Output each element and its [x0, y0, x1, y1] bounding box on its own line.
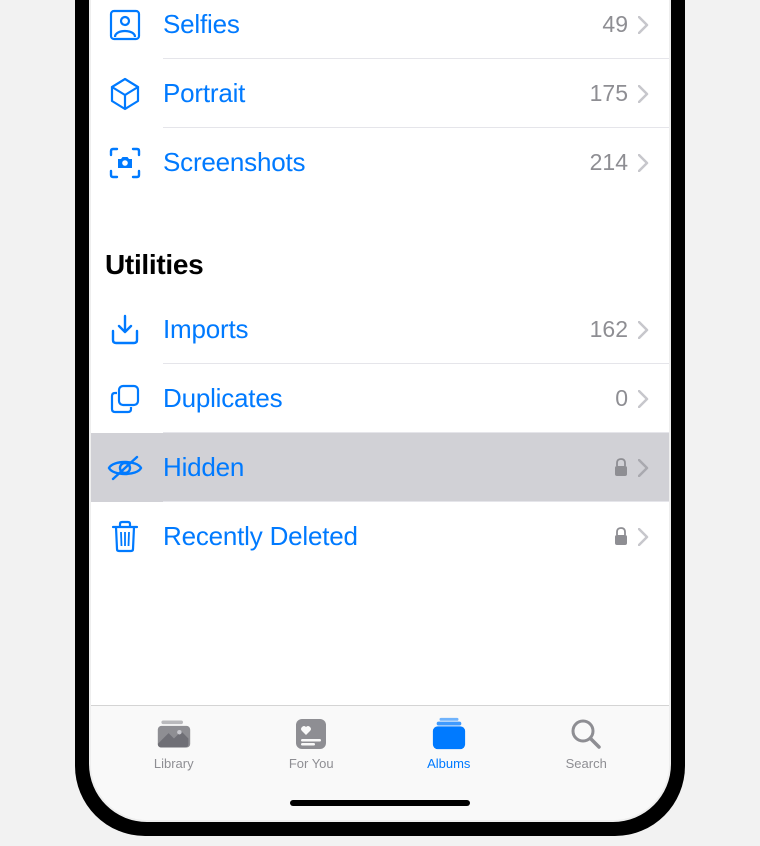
search-icon [568, 716, 604, 752]
album-count: 0 [615, 385, 628, 412]
trash-icon [103, 515, 147, 559]
album-label: Duplicates [163, 383, 615, 414]
album-label: Imports [163, 314, 590, 345]
home-indicator[interactable] [290, 800, 470, 806]
album-row-screenshots[interactable]: Screenshots 214 [91, 128, 669, 197]
chevron-right-icon [638, 16, 649, 34]
chevron-right-icon [638, 390, 649, 408]
lock-icon [614, 458, 628, 478]
album-row-recently-deleted[interactable]: Recently Deleted [91, 502, 669, 571]
album-count: 49 [602, 11, 628, 38]
album-row-portrait[interactable]: Portrait 175 [91, 59, 669, 128]
portrait-icon [103, 72, 147, 116]
album-label: Selfies [163, 9, 602, 40]
album-label: Portrait [163, 78, 590, 109]
album-row-imports[interactable]: Imports 162 [91, 295, 669, 364]
album-count: 175 [590, 80, 628, 107]
tab-for-you[interactable]: For You [261, 716, 361, 771]
album-label: Screenshots [163, 147, 590, 178]
albums-icon [431, 716, 467, 752]
chevron-right-icon [638, 459, 649, 477]
album-count: 214 [590, 149, 628, 176]
section-header-utilities: Utilities [91, 197, 669, 295]
chevron-right-icon [638, 321, 649, 339]
tab-library[interactable]: Library [124, 716, 224, 771]
album-row-hidden[interactable]: Hidden [91, 433, 669, 502]
lock-icon [614, 527, 628, 547]
library-icon [156, 716, 192, 752]
album-label: Recently Deleted [163, 521, 614, 552]
screen: Selfies 49 Po [91, 0, 669, 820]
tab-label: Albums [427, 756, 470, 771]
duplicates-icon [103, 377, 147, 421]
tab-albums[interactable]: Albums [399, 716, 499, 771]
hidden-icon [103, 446, 147, 490]
chevron-right-icon [638, 154, 649, 172]
phone-inner: Selfies 49 Po [89, 0, 671, 822]
album-row-selfies[interactable]: Selfies 49 [91, 0, 669, 59]
album-label: Hidden [163, 452, 614, 483]
album-count: 162 [590, 316, 628, 343]
tab-label: Search [566, 756, 607, 771]
selfies-icon [103, 3, 147, 47]
chevron-right-icon [638, 528, 649, 546]
albums-content: Selfies 49 Po [91, 0, 669, 705]
chevron-right-icon [638, 85, 649, 103]
for-you-icon [293, 716, 329, 752]
tab-bar: Library For You [91, 705, 669, 820]
phone-frame: Selfies 49 Po [75, 0, 685, 836]
imports-icon [103, 308, 147, 352]
tab-label: Library [154, 756, 194, 771]
tab-search[interactable]: Search [536, 716, 636, 771]
screenshots-icon [103, 141, 147, 185]
album-row-duplicates[interactable]: Duplicates 0 [91, 364, 669, 433]
tab-label: For You [289, 756, 334, 771]
